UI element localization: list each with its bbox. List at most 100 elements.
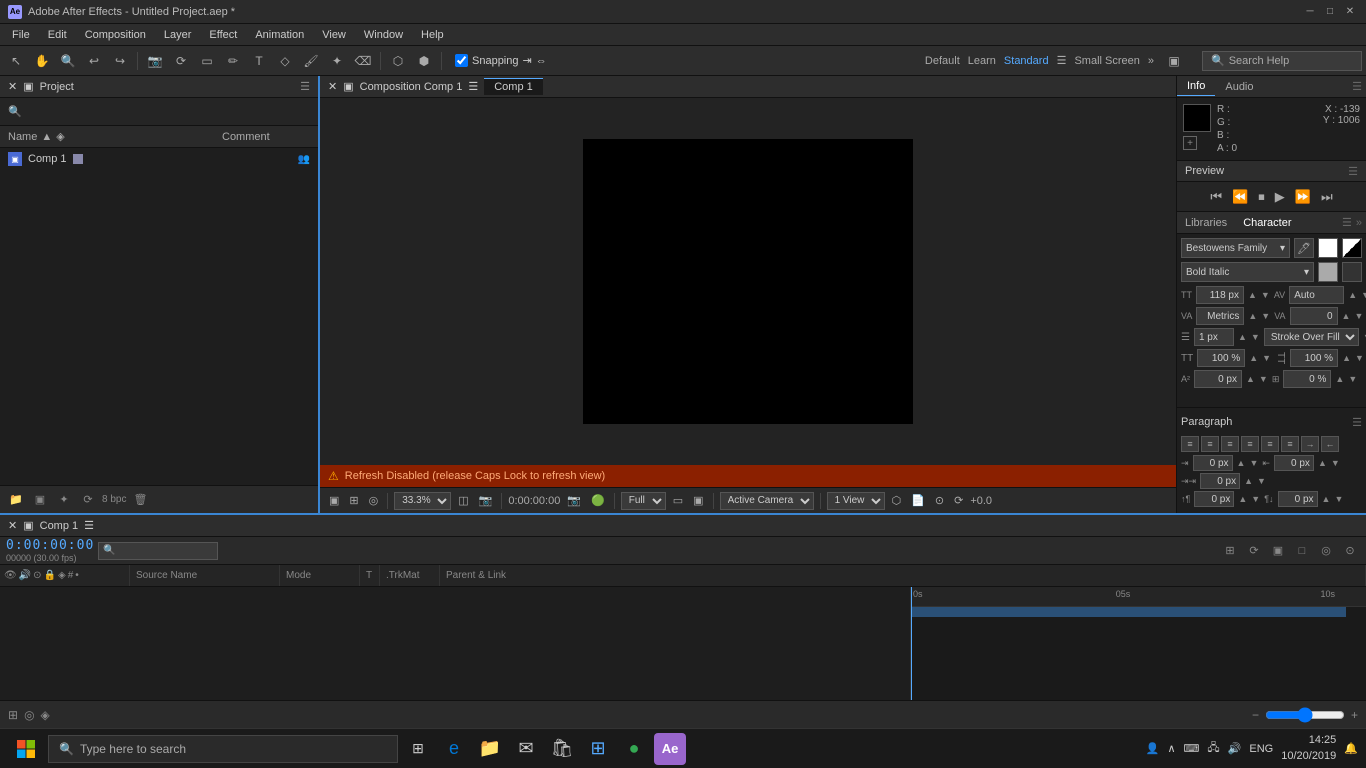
stroke-size-input[interactable] xyxy=(1194,328,1234,346)
taskbar-search-box[interactable]: 🔍 Type here to search xyxy=(48,735,398,763)
workspace-standard[interactable]: Standard xyxy=(1004,55,1049,67)
tool-clone[interactable]: ✦ xyxy=(325,50,349,72)
vc-viewer-options[interactable]: ▣ xyxy=(326,494,342,507)
menu-composition[interactable]: Composition xyxy=(77,27,154,43)
para-space-after-input[interactable] xyxy=(1278,491,1318,507)
para-align-right[interactable]: ≡ xyxy=(1221,436,1239,452)
font-size-arrow-dn[interactable]: ▼ xyxy=(1261,290,1270,300)
menu-animation[interactable]: Animation xyxy=(247,27,312,43)
workspace-menu-icon[interactable]: ☰ xyxy=(1057,54,1067,67)
tab-audio[interactable]: Audio xyxy=(1215,78,1263,96)
tl-footer-icon-1[interactable]: ⊞ xyxy=(8,708,18,722)
tl-footer-zoom-out[interactable]: − xyxy=(1252,708,1259,722)
kerning-input[interactable] xyxy=(1290,307,1338,325)
timeline-ruler[interactable]: 0s 05s 10s xyxy=(910,587,1366,700)
vc-zoom-fit[interactable]: ◫ xyxy=(455,494,471,507)
tl-lock-icon[interactable]: ▣ xyxy=(1268,542,1288,560)
search-help-box[interactable]: 🔍 Search Help xyxy=(1202,51,1362,71)
snapping-checkbox[interactable] xyxy=(455,54,468,67)
vc-views-select[interactable]: 1 View xyxy=(827,492,885,510)
tool-hand[interactable]: ✋ xyxy=(30,50,54,72)
font-size-input[interactable] xyxy=(1196,286,1244,304)
tracking-input[interactable] xyxy=(1196,307,1244,325)
tab-libraries[interactable]: Libraries xyxy=(1177,214,1235,232)
tool-camera[interactable]: 📷 xyxy=(143,50,167,72)
tracking-arrow-dn[interactable]: ▼ xyxy=(1261,311,1270,321)
taskbar-chevron-icon[interactable]: ∧ xyxy=(1167,742,1175,755)
tool-rotate[interactable]: ⟳ xyxy=(169,50,193,72)
vc-camera-icon[interactable]: 📷 xyxy=(564,494,584,507)
vscale-arrow-up[interactable]: ▲ xyxy=(1342,353,1351,363)
preview-play[interactable]: ▶ xyxy=(1272,187,1288,207)
para-direction-ltr[interactable]: → xyxy=(1301,436,1319,452)
tool-puppet2[interactable]: ⬢ xyxy=(412,50,436,72)
tl-solo-icon[interactable]: ◎ xyxy=(1316,542,1336,560)
timeline-search[interactable]: 🔍 xyxy=(98,542,218,560)
workspace-edit-button[interactable]: ▣ xyxy=(1162,50,1186,72)
baseline-arrow-dn[interactable]: ▼ xyxy=(1259,374,1268,384)
tsume-input[interactable] xyxy=(1283,370,1331,388)
tl-cam-icon[interactable]: □ xyxy=(1292,542,1312,560)
menu-layer[interactable]: Layer xyxy=(156,27,200,43)
baseline-input[interactable] xyxy=(1194,370,1242,388)
tool-undo[interactable]: ↩ xyxy=(82,50,106,72)
tool-zoom[interactable]: 🔍 xyxy=(56,50,80,72)
font-family-dropdown[interactable]: Bestowens Family ▾ xyxy=(1181,238,1290,258)
para-arrow-up-5[interactable]: ▲ xyxy=(1322,494,1331,504)
vc-render-icon[interactable]: ⊙ xyxy=(932,494,947,507)
timeline-playhead[interactable] xyxy=(911,587,912,700)
paragraph-menu[interactable]: ☰ xyxy=(1352,416,1362,429)
project-search-input[interactable] xyxy=(28,106,310,118)
taskbar-people-icon[interactable]: 👤 xyxy=(1146,742,1160,755)
para-indent-left-input[interactable] xyxy=(1193,455,1233,471)
font-style-color-2[interactable] xyxy=(1342,262,1362,282)
para-arrow-dn-2[interactable]: ▼ xyxy=(1331,458,1340,468)
tool-select[interactable]: ↖ xyxy=(4,50,28,72)
taskbar-network-icon[interactable]: 🖧 xyxy=(1207,739,1219,758)
comp-panel-close[interactable]: ✕ xyxy=(328,80,337,93)
font-picker-button[interactable]: 🖊 xyxy=(1294,238,1314,258)
vc-zoom-select[interactable]: 33.3% xyxy=(394,492,451,510)
workspace-more-icon[interactable]: » xyxy=(1148,55,1154,67)
current-time-display[interactable]: 0:00:00:00 xyxy=(6,538,94,553)
baseline-arrow-up[interactable]: ▲ xyxy=(1246,374,1255,384)
stroke-type-select[interactable]: Stroke Over Fill xyxy=(1264,328,1359,346)
font-style-dropdown[interactable]: Bold Italic ▾ xyxy=(1181,262,1314,282)
timeline-close[interactable]: ✕ xyxy=(8,519,17,532)
tracking-arrow-up[interactable]: ▲ xyxy=(1248,311,1257,321)
tl-graph-icon[interactable]: ⊞ xyxy=(1220,542,1240,560)
menu-window[interactable]: Window xyxy=(356,27,411,43)
tl-mode-icon[interactable]: ⟳ xyxy=(1244,542,1264,560)
vscale-arrow-dn[interactable]: ▼ xyxy=(1355,353,1364,363)
vc-3d-icon[interactable]: ⬡ xyxy=(889,494,905,507)
hscale-input[interactable] xyxy=(1197,349,1245,367)
tool-box[interactable]: ▭ xyxy=(195,50,219,72)
taskbar-after-effects[interactable]: Ae xyxy=(654,733,686,765)
comp-panel-menu[interactable]: ☰ xyxy=(468,80,478,93)
stroke-arrow-up[interactable]: ▲ xyxy=(1238,332,1247,342)
para-arrow-dn-5[interactable]: ▼ xyxy=(1334,494,1343,504)
footer-delete[interactable]: 🗑 xyxy=(130,491,150,509)
menu-effect[interactable]: Effect xyxy=(201,27,245,43)
para-arrow-up-1[interactable]: ▲ xyxy=(1237,458,1246,468)
taskbar-notification-icon[interactable]: 🔔 xyxy=(1344,742,1358,755)
project-panel-menu[interactable]: ☰ xyxy=(300,80,310,93)
vc-snapshot[interactable]: 📷 xyxy=(476,494,496,507)
maximize-button[interactable]: □ xyxy=(1322,4,1338,20)
para-align-justify-all[interactable]: ≡ xyxy=(1261,436,1279,452)
para-direction-rtl[interactable]: ← xyxy=(1321,436,1339,452)
tool-shape[interactable]: ◇ xyxy=(273,50,297,72)
info-panel-menu[interactable]: ☰ xyxy=(1352,80,1366,93)
para-first-indent-input[interactable] xyxy=(1200,473,1240,489)
tool-pen[interactable]: ✏ xyxy=(221,50,245,72)
para-align-justify[interactable]: ≡ xyxy=(1241,436,1259,452)
taskbar-task-view[interactable]: ⊞ xyxy=(402,733,434,765)
tsume-arrow-dn[interactable]: ▼ xyxy=(1348,374,1357,384)
taskbar-keyboard-icon[interactable]: ⌨ xyxy=(1184,742,1200,755)
preview-prev-frame[interactable]: ⏪ xyxy=(1229,187,1251,207)
font-stroke-color[interactable] xyxy=(1342,238,1362,258)
hscale-arrow-up[interactable]: ▲ xyxy=(1249,353,1258,363)
kerning-arrow-up[interactable]: ▲ xyxy=(1342,311,1351,321)
preview-next-frame[interactable]: ⏩ xyxy=(1292,187,1314,207)
tool-redo[interactable]: ↪ xyxy=(108,50,132,72)
